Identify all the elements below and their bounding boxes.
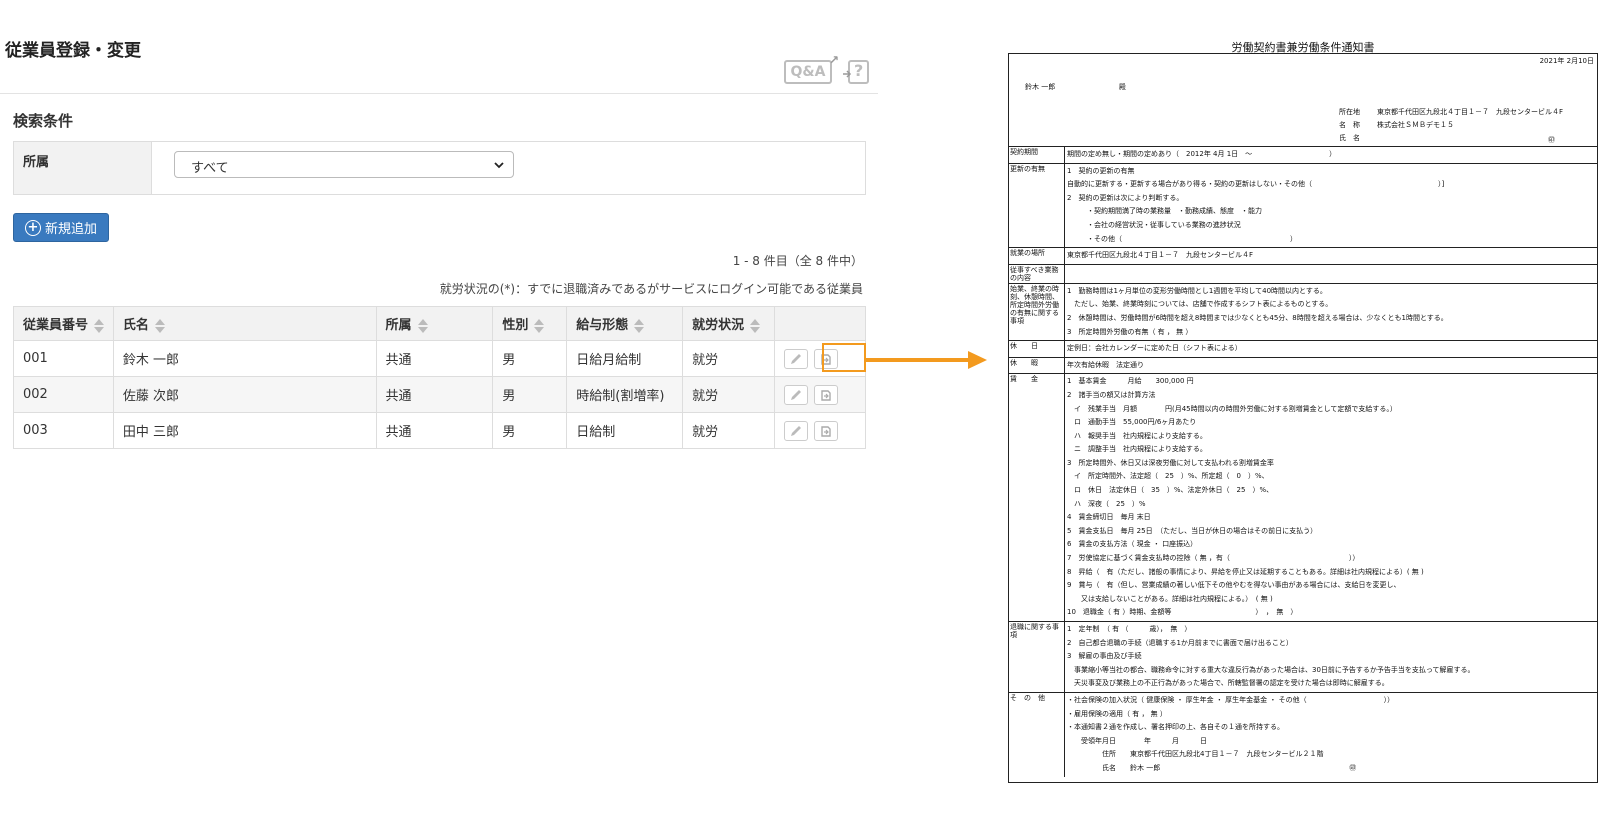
document-recipient: 鈴木 一郎: [1025, 83, 1056, 91]
edit-button[interactable]: [784, 384, 808, 405]
cell-name: 佐藤 次郎: [112, 376, 377, 413]
qa-link-icon[interactable]: Q&A ↗: [784, 53, 839, 84]
section-other: そ の 他 ・社会保険の加入状況（ 健康保険 ・ 厚生年金 ・ 厚生年金基金 ・…: [1009, 691, 1597, 777]
pencil-icon: [791, 389, 801, 400]
cell-name: 田中 三郎: [112, 412, 377, 449]
cell-actions: [774, 376, 866, 413]
arrow-right-icon: [866, 351, 987, 369]
sort-icon[interactable]: [154, 318, 166, 333]
cell-department: 共通: [375, 340, 494, 377]
seal-mark: ㊞: [1548, 136, 1555, 144]
highlight-box: [822, 343, 866, 372]
section-wages: 賃 金 1 基本賃金 月給 300,000 円 2 諸手当の額又は計算方法 イ …: [1009, 373, 1597, 621]
contract-document: 労働契約書兼労働条件通知書 2021年 2月10日 鈴木 一郎 殿 所在地 東京都…: [1008, 41, 1598, 783]
page-title: 従業員登録・変更: [5, 41, 141, 61]
sort-icon[interactable]: [533, 318, 545, 333]
document-date: 2021年 2月10日: [1539, 57, 1594, 65]
edit-button[interactable]: [784, 420, 808, 441]
document-sections: 契約期間 期間の定め無し・期間の定めあり（ 2012年 4月 1日 ～ ） 更新…: [1009, 146, 1597, 777]
cell-employee-no: 003: [13, 412, 114, 449]
cell-employee-no: 002: [13, 376, 114, 413]
cell-work-status: 就労: [682, 412, 775, 449]
section-retirement: 退職に関する事項 1 定年制 （ 有 （ 歳）， 無 ） 2 自己都合退職の手続…: [1009, 621, 1597, 692]
section-leave: 休 暇 年次有給休暇 法定通り: [1009, 356, 1597, 374]
cell-work-status: 就労: [682, 340, 775, 377]
cell-gender: 男: [492, 412, 568, 449]
qa-label: Q&A: [790, 64, 826, 80]
cell-actions: [774, 412, 866, 449]
pencil-icon: [791, 353, 801, 364]
department-select-value: すべて: [191, 161, 229, 176]
cell-pay-type: 日給制: [566, 412, 684, 449]
employer-info: 所在地 東京都千代田区九段北４丁目１－７ 九段センタービル４F 名 称株式会社ＳＭ…: [1339, 108, 1564, 142]
status-note: 就労状況の(*)：すでに退職済みであるがサービスにログイン可能である従業員: [439, 282, 863, 296]
document-honorific: 殿: [1119, 83, 1126, 91]
column-header-employee-no[interactable]: 従業員番号: [13, 306, 114, 341]
cell-work-status: 就労: [682, 376, 775, 413]
section-workplace: 就業の場所 東京都千代田区九段北４丁目１－７ 九段センタービル４F: [1009, 247, 1597, 264]
edit-button[interactable]: [784, 348, 808, 369]
cell-department: 共通: [375, 376, 494, 413]
column-header-department[interactable]: 所属: [375, 306, 494, 341]
section-duties: 従事すべき業務の内容: [1009, 263, 1597, 283]
cell-gender: 男: [492, 340, 568, 377]
add-employee-label: 新規追加: [44, 222, 97, 237]
section-renewal: 更新の有無 1 契約の更新の有無 自動的に更新する・更新する場合があり得る・契約…: [1009, 162, 1597, 248]
pencil-icon: [791, 425, 801, 436]
column-header-gender[interactable]: 性別: [492, 306, 568, 341]
search-form: 所属 すべて: [13, 141, 866, 195]
cell-pay-type: 日給月給制: [566, 340, 684, 377]
document-export-icon: [821, 389, 831, 401]
plus-circle-icon: +: [24, 219, 41, 236]
add-employee-button[interactable]: + 新規追加: [13, 213, 109, 242]
cell-gender: 男: [492, 376, 568, 413]
result-count: 1 - 8 件目（全 8 件中）: [732, 254, 863, 268]
chevron-down-icon: [494, 162, 504, 169]
table-row: 001 鈴木 一郎 共通 男 日給月給制 就労: [13, 340, 866, 377]
department-label: 所属: [14, 142, 152, 194]
cell-pay-type: 時給制(割増率): [566, 376, 684, 413]
document-export-icon: [821, 425, 831, 437]
cell-employee-no: 001: [13, 340, 114, 377]
external-link-icon: ↗: [828, 53, 839, 67]
column-header-pay-type[interactable]: 給与形態: [566, 306, 684, 341]
sort-icon[interactable]: [749, 318, 761, 333]
document-title: 労働契約書兼労働条件通知書: [1231, 41, 1375, 54]
table-row: 003 田中 三郎 共通 男 日給制 就労: [13, 412, 866, 449]
section-holidays: 休 日 定例日：会社カレンダーに定めた日（シフト表による）: [1009, 340, 1597, 357]
help-icons: Q&A ↗ ?: [784, 53, 869, 84]
sort-icon[interactable]: [93, 318, 105, 333]
sort-icon[interactable]: [633, 318, 645, 333]
title-divider: [0, 93, 878, 94]
column-header-work-status[interactable]: 就労状況: [682, 306, 775, 341]
search-section-title: 検索条件: [13, 112, 74, 130]
column-header-name[interactable]: 氏名: [112, 306, 377, 341]
cell-department: 共通: [375, 412, 494, 449]
section-contract-period: 契約期間 期間の定め無し・期間の定めあり（ 2012年 4月 1日 ～ ）: [1009, 146, 1597, 163]
help-icon[interactable]: ?: [842, 60, 869, 84]
department-select[interactable]: すべて: [174, 151, 514, 178]
print-contract-button[interactable]: [814, 420, 838, 441]
table-row: 002 佐藤 次郎 共通 男 時給制(割増率) 就労: [13, 376, 866, 413]
sort-icon[interactable]: [417, 318, 429, 333]
column-header-actions: [774, 306, 866, 341]
section-working-hours: 始業、終業の時刻、休憩時間、所定時間外労働の有無に関する事項 1 勤務時間は1ヶ…: [1009, 282, 1597, 341]
employee-table: 従業員番号 氏名 所属 性別 給与形態 就労状況 001 鈴木 一郎 共通 男 …: [13, 306, 866, 449]
print-contract-button[interactable]: [814, 384, 838, 405]
cell-name: 鈴木 一郎: [112, 340, 377, 377]
table-header-row: 従業員番号 氏名 所属 性別 給与形態 就労状況: [13, 306, 866, 341]
help-label: ?: [854, 61, 864, 80]
